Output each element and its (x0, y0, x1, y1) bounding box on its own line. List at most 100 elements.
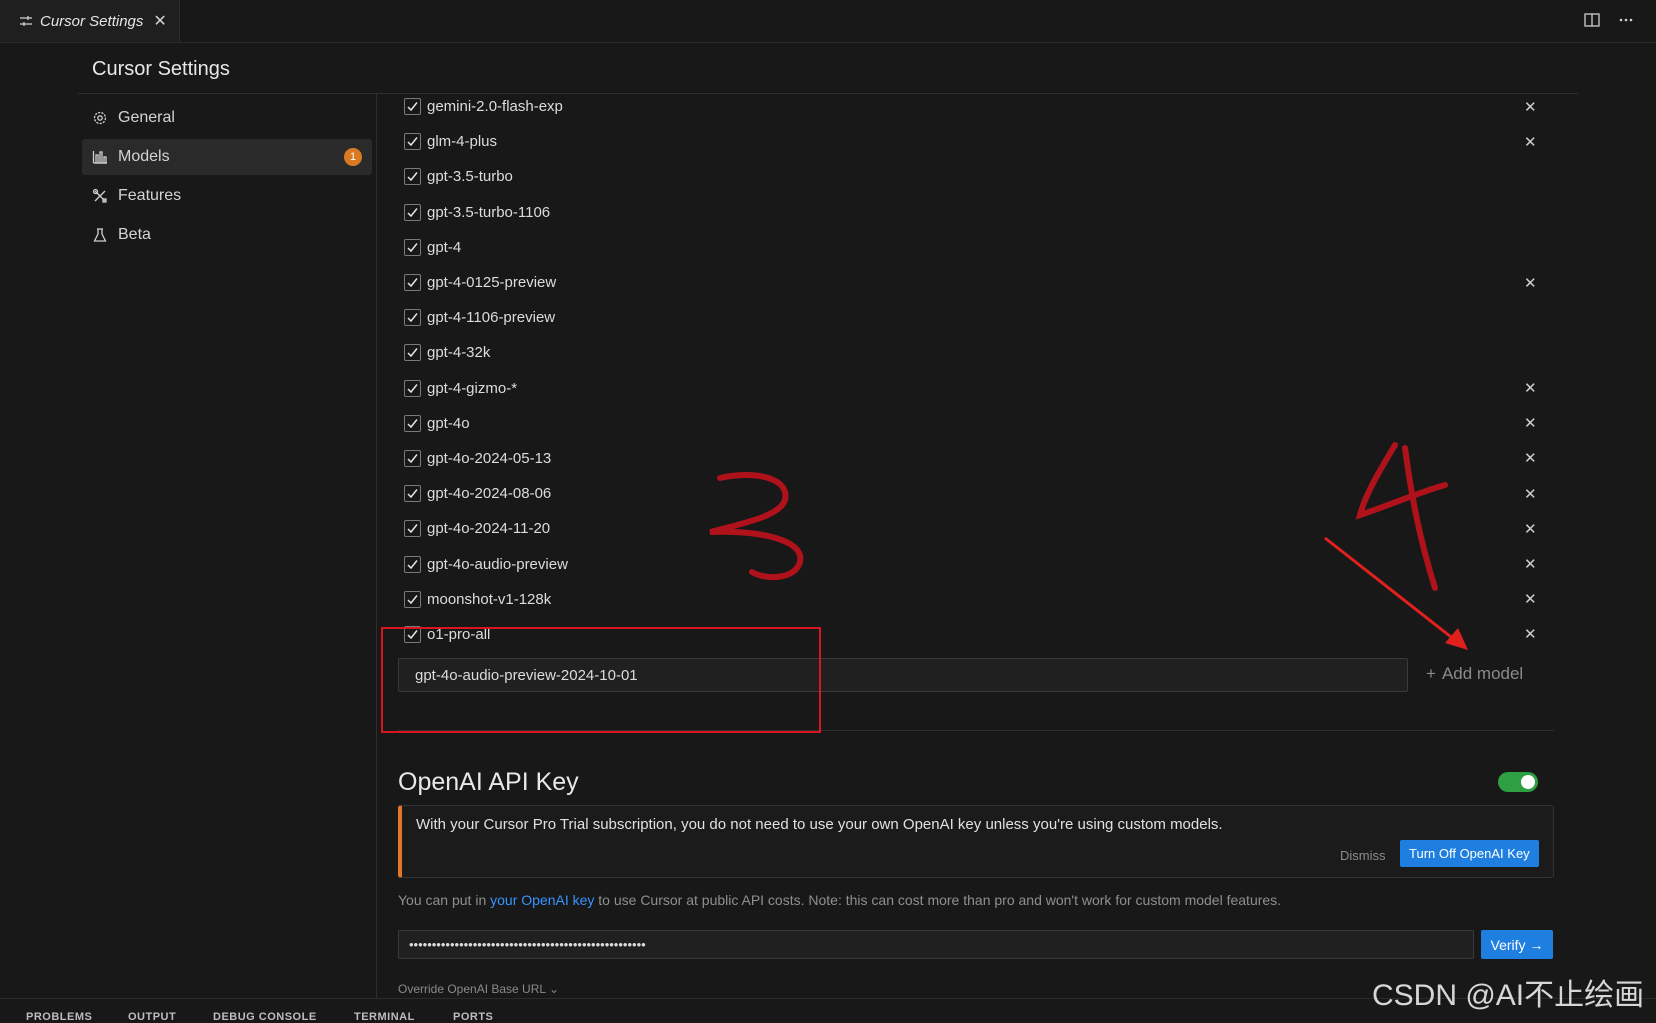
model-name: o1-pro-all (427, 625, 491, 643)
model-checkbox[interactable] (404, 344, 421, 362)
model-row: gpt-4-1106-preview (404, 300, 1534, 335)
tab-title: Cursor Settings (40, 12, 144, 30)
remove-model-icon[interactable]: ✕ (1524, 414, 1537, 432)
tab-close-icon[interactable]: ✕ (153, 11, 166, 31)
model-name: gpt-4-1106-preview (427, 309, 556, 327)
openai-key-toggle[interactable] (1498, 772, 1538, 792)
panel-tab-output[interactable]: OUTPUT (128, 1011, 176, 1023)
bar-chart-icon (92, 148, 110, 166)
model-checkbox[interactable] (404, 379, 421, 397)
model-row: gpt-4o ✕ (404, 406, 1537, 441)
model-checkbox[interactable] (404, 309, 421, 327)
section-divider (398, 730, 1554, 731)
model-row: gpt-4 (404, 230, 1534, 265)
panel-tab-ports[interactable]: PORTS (453, 1011, 493, 1023)
openai-key-link[interactable]: your OpenAI key (490, 892, 594, 908)
toggle-knob (1521, 775, 1535, 789)
model-row: gpt-4o-2024-05-13 ✕ (404, 441, 1537, 476)
model-checkbox[interactable] (404, 238, 421, 256)
split-editor-icon[interactable] (1582, 10, 1602, 30)
model-checkbox[interactable] (404, 449, 421, 467)
nav-item-features[interactable]: Features (82, 178, 372, 214)
nav-item-label: Features (118, 187, 182, 204)
model-row: gpt-3.5-turbo (404, 159, 1534, 194)
model-row: gpt-4-32k (404, 335, 1534, 370)
checkmark-icon (407, 102, 418, 112)
model-name: gpt-4-0125-preview (427, 274, 557, 292)
add-model-button[interactable]: + Add model (1426, 664, 1523, 684)
checkmark-icon (407, 313, 418, 323)
notice-text: With your Cursor Pro Trial subscription,… (416, 816, 1223, 833)
remove-model-icon[interactable]: ✕ (1524, 379, 1537, 397)
model-row: gemini-2.0-flash-exp ✕ (404, 89, 1537, 124)
model-checkbox[interactable] (404, 168, 421, 186)
nav-divider (376, 93, 377, 999)
trial-notice: With your Cursor Pro Trial subscription,… (398, 805, 1554, 878)
dismiss-button[interactable]: Dismiss (1340, 848, 1386, 863)
checkmark-icon (407, 348, 418, 358)
add-model-label: Add model (1441, 664, 1524, 683)
checkmark-icon (407, 137, 418, 147)
model-checkbox[interactable] (404, 203, 421, 221)
model-name: gpt-4o-audio-preview (427, 555, 568, 573)
model-checkbox[interactable] (404, 133, 421, 151)
model-checkbox[interactable] (404, 414, 421, 432)
model-row: moonshot-v1-128k ✕ (404, 582, 1537, 617)
panel-tab-terminal[interactable]: TERMINAL (354, 1011, 415, 1023)
openai-key-input[interactable] (398, 930, 1474, 959)
remove-model-icon[interactable]: ✕ (1524, 520, 1537, 538)
model-name: moonshot-v1-128k (427, 590, 552, 608)
model-checkbox[interactable] (404, 274, 421, 292)
notification-badge: 1 (344, 148, 362, 166)
remove-model-icon[interactable]: ✕ (1524, 133, 1537, 151)
gear-icon (92, 109, 110, 127)
panel-tab-debug-console[interactable]: DEBUG CONSOLE (213, 1011, 317, 1023)
remove-model-icon[interactable]: ✕ (1524, 485, 1537, 503)
remove-model-icon[interactable]: ✕ (1524, 590, 1537, 608)
remove-model-icon[interactable]: ✕ (1524, 274, 1537, 292)
remove-model-icon[interactable]: ✕ (1524, 555, 1537, 573)
new-model-input[interactable] (398, 658, 1408, 692)
model-row: gpt-3.5-turbo-1106 (404, 195, 1534, 230)
checkmark-icon (407, 489, 418, 499)
editor-tab-bar: Cursor Settings ✕ (0, 0, 1656, 43)
model-name: gpt-3.5-turbo-1106 (427, 203, 551, 221)
plus-icon: + (1426, 664, 1436, 683)
remove-model-icon[interactable]: ✕ (1524, 98, 1537, 116)
checkmark-icon (407, 524, 418, 534)
model-name: gpt-4o-2024-05-13 (427, 449, 552, 467)
model-row: gpt-4-0125-preview ✕ (404, 265, 1537, 300)
nav-item-models[interactable]: Models 1 (82, 139, 372, 175)
model-name: gpt-4-32k (427, 344, 491, 362)
openai-section-title: OpenAI API Key (398, 768, 579, 796)
remove-model-icon[interactable]: ✕ (1524, 449, 1537, 467)
model-row: gpt-4o-audio-preview ✕ (404, 546, 1537, 581)
nav-item-general[interactable]: General (82, 100, 372, 136)
nav-item-beta[interactable]: Beta (82, 217, 372, 253)
nav-item-label: General (118, 109, 175, 126)
model-name: gpt-4o-2024-11-20 (427, 520, 551, 538)
openai-help-text: You can put in your OpenAI key to use Cu… (398, 892, 1281, 908)
model-checkbox[interactable] (404, 98, 421, 116)
remove-model-icon[interactable]: ✕ (1524, 625, 1537, 643)
turn-off-openai-key-button[interactable]: Turn Off OpenAI Key (1400, 840, 1539, 867)
model-name: gpt-4 (427, 238, 462, 256)
model-checkbox[interactable] (404, 520, 421, 538)
settings-sliders-icon (18, 13, 34, 29)
flask-icon (92, 226, 110, 244)
checkmark-icon (407, 629, 418, 640)
model-name: glm-4-plus (427, 133, 498, 151)
checkmark-icon (407, 207, 418, 217)
model-checkbox[interactable] (404, 555, 421, 573)
model-checkbox[interactable] (404, 625, 421, 643)
more-actions-icon[interactable] (1616, 10, 1636, 30)
panel-tab-problems[interactable]: PROBLEMS (26, 1011, 92, 1023)
model-checkbox[interactable] (404, 485, 421, 503)
model-checkbox[interactable] (404, 590, 421, 608)
tab-cursor-settings[interactable]: Cursor Settings ✕ (0, 0, 180, 42)
model-row: gpt-4o-2024-11-20 ✕ (404, 511, 1537, 546)
verify-button[interactable]: Verify → (1481, 930, 1553, 959)
checkmark-icon (407, 418, 418, 428)
override-base-url-toggle[interactable]: Override OpenAI Base URL ⌄ (398, 982, 559, 996)
model-name: gpt-4o-2024-08-06 (427, 485, 552, 503)
